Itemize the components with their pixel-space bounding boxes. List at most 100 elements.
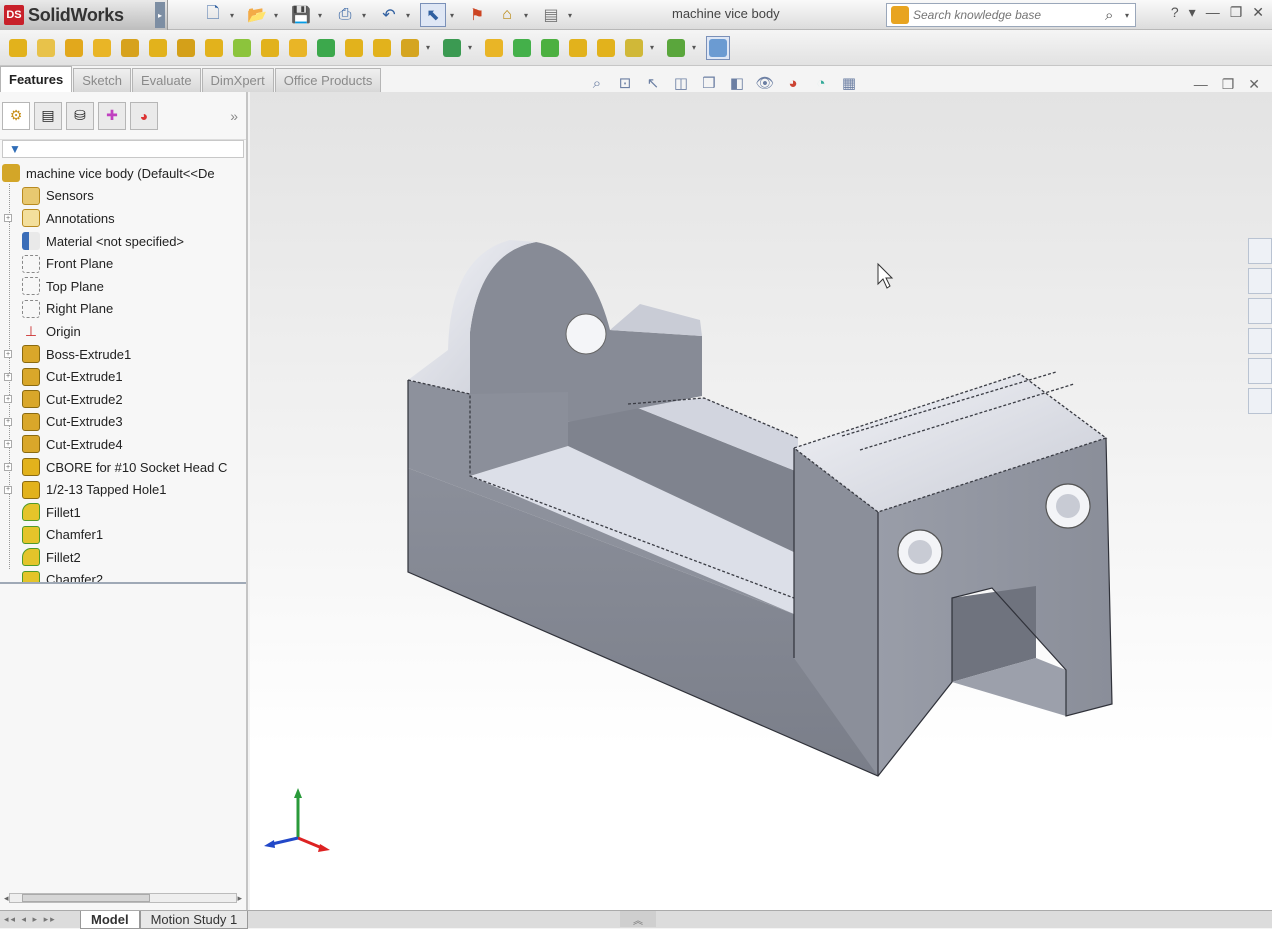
menu-pin-icon[interactable]: ▸ (155, 2, 165, 28)
fillet-icon[interactable] (230, 36, 254, 60)
options-icon[interactable]: ▤ (538, 3, 564, 27)
chevron-down-icon[interactable]: ▾ (568, 3, 578, 27)
swept-boss-icon[interactable] (62, 36, 86, 60)
knowledge-search[interactable]: ⌕ ▾ (886, 3, 1136, 27)
appearances-icon[interactable] (1248, 358, 1272, 384)
dimxpertmanager-tab-icon[interactable]: ✚ (98, 101, 126, 130)
extruded-cut-icon[interactable] (118, 36, 142, 60)
file-properties-icon[interactable]: ⌂ (494, 3, 520, 27)
tree-item-annotations[interactable]: + Annotations (0, 207, 246, 230)
tree-item-chamfer1[interactable]: Chamfer1 (0, 524, 246, 547)
lofted-cut-icon[interactable] (202, 36, 226, 60)
pattern-icon[interactable] (258, 36, 282, 60)
tree-item-cut-extrude1[interactable]: + Cut-Extrude1 (0, 365, 246, 388)
tree-item-front-plane[interactable]: Front Plane (0, 252, 246, 275)
tree-root[interactable]: machine vice body (Default<<De (0, 162, 246, 185)
rebuild-icon[interactable]: ⚑ (464, 3, 490, 27)
swept-cut-icon[interactable] (174, 36, 198, 60)
chevron-down-icon[interactable]: ▾ (650, 43, 660, 52)
expand-icon[interactable]: + (4, 372, 12, 381)
section-view-icon[interactable]: ◫ (670, 72, 692, 94)
chevron-down-icon[interactable]: ▾ (450, 3, 460, 27)
tab-dimxpert[interactable]: DimXpert (201, 68, 274, 92)
chevron-down-icon[interactable]: ▾ (692, 43, 702, 52)
revolved-boss-icon[interactable] (34, 36, 58, 60)
expand-icon[interactable]: + (4, 440, 12, 449)
minimize-icon[interactable]: — (1194, 76, 1208, 93)
print-icon[interactable]: ⎙ (332, 3, 358, 27)
linear-pattern-icon[interactable] (440, 36, 464, 60)
graphics-area[interactable] (250, 92, 1272, 910)
tab-features[interactable]: Features (0, 66, 73, 92)
expand-icon[interactable]: + (4, 485, 12, 494)
configurationmanager-tab-icon[interactable]: ⛁ (66, 101, 94, 130)
tab-sketch[interactable]: Sketch (73, 68, 131, 92)
tree-item-cbore[interactable]: + CBORE for #10 Socket Head C (0, 456, 246, 479)
chevron-down-icon[interactable]: ▾ (524, 3, 534, 27)
minimize-icon[interactable]: — (1206, 4, 1220, 21)
wrap-icon[interactable] (370, 36, 394, 60)
edit-appearance-icon[interactable]: ◕ (782, 72, 804, 94)
rib-icon[interactable] (286, 36, 310, 60)
split-handle-icon[interactable]: ︽ (620, 911, 656, 927)
tree-item-fillet1[interactable]: Fillet1 (0, 501, 246, 524)
restore-icon[interactable]: ❐ (1222, 76, 1235, 93)
resources-icon[interactable] (1248, 238, 1272, 264)
curves-icon[interactable] (664, 36, 688, 60)
propertymanager-tab-icon[interactable]: ▤ (34, 101, 62, 130)
hole-wizard-icon[interactable] (510, 36, 534, 60)
close-icon[interactable]: ✕ (1252, 4, 1264, 21)
scroll-track[interactable] (8, 893, 238, 903)
zoom-to-fit-icon[interactable]: ⌕ (586, 72, 608, 94)
chevron-down-icon[interactable]: ▾ (274, 3, 284, 27)
tree-item-cut-extrude2[interactable]: + Cut-Extrude2 (0, 388, 246, 411)
expand-icon[interactable]: + (4, 350, 12, 359)
save-icon[interactable]: 💾 (288, 3, 314, 27)
tree-item-right-plane[interactable]: Right Plane (0, 298, 246, 321)
tree-item-chamfer2[interactable]: Chamfer2 (0, 569, 246, 582)
chevron-down-icon[interactable]: ▾ (468, 43, 478, 52)
apply-scene-icon[interactable]: ◔ (810, 72, 832, 94)
expand-icon[interactable]: + (4, 463, 12, 472)
intersect-icon[interactable] (538, 36, 562, 60)
view-orientation-icon[interactable]: ❒ (698, 72, 720, 94)
tab-model[interactable]: Model (80, 910, 140, 929)
tree-item-material[interactable]: Material <not specified> (0, 230, 246, 253)
tree-item-sensors[interactable]: Sensors (0, 185, 246, 208)
expand-icon[interactable]: + (4, 417, 12, 426)
lofted-boss-icon[interactable] (90, 36, 114, 60)
displaymanager-tab-icon[interactable]: ◕ (130, 101, 158, 130)
file-explorer-icon[interactable] (1248, 298, 1272, 324)
tree-item-fillet2[interactable]: Fillet2 (0, 546, 246, 569)
tree-item-top-plane[interactable]: Top Plane (0, 275, 246, 298)
new-document-icon[interactable]: 🗋 (200, 3, 226, 27)
featuremanager-tab-icon[interactable]: ⚙ (2, 101, 30, 130)
chevron-down-icon[interactable]: ▾ (230, 3, 240, 27)
extruded-boss-icon[interactable] (6, 36, 30, 60)
tree-item-tapped-hole1[interactable]: + 1/2-13 Tapped Hole1 (0, 478, 246, 501)
close-icon[interactable]: ✕ (1248, 76, 1260, 93)
chevron-down-icon[interactable]: ▾ (406, 3, 416, 27)
help-icon[interactable]: ? (1171, 4, 1179, 21)
hide-show-items-icon[interactable]: 👁 (754, 72, 776, 94)
horizontal-scrollbar[interactable]: ◂ ▸ (4, 890, 242, 906)
scroll-right-icon[interactable]: ▸ (237, 893, 242, 904)
select-pointer-icon[interactable]: ⬉ (420, 3, 446, 27)
open-folder-icon[interactable]: 📂 (244, 3, 270, 27)
restore-icon[interactable]: ❐ (1230, 4, 1243, 21)
chevron-down-icon[interactable]: ▾ (362, 3, 372, 27)
mirror-icon[interactable] (482, 36, 506, 60)
app-menu-button[interactable]: DS SolidWorks ▸ (0, 0, 168, 30)
scroll-thumb[interactable] (21, 894, 150, 902)
dome-icon[interactable] (398, 36, 422, 60)
shell-icon[interactable] (342, 36, 366, 60)
tab-evaluate[interactable]: Evaluate (131, 68, 201, 92)
tab-office-products[interactable]: Office Products (274, 68, 382, 92)
expand-icon[interactable]: + (4, 214, 12, 223)
draft-icon[interactable] (314, 36, 338, 60)
chevron-down-icon[interactable]: ▾ (1125, 11, 1135, 20)
undo-icon[interactable]: ↶ (376, 3, 402, 27)
view-settings-icon[interactable]: ▦ (838, 72, 860, 94)
view-palette-icon[interactable] (1248, 328, 1272, 354)
tree-filter[interactable]: ▼ (2, 140, 244, 158)
